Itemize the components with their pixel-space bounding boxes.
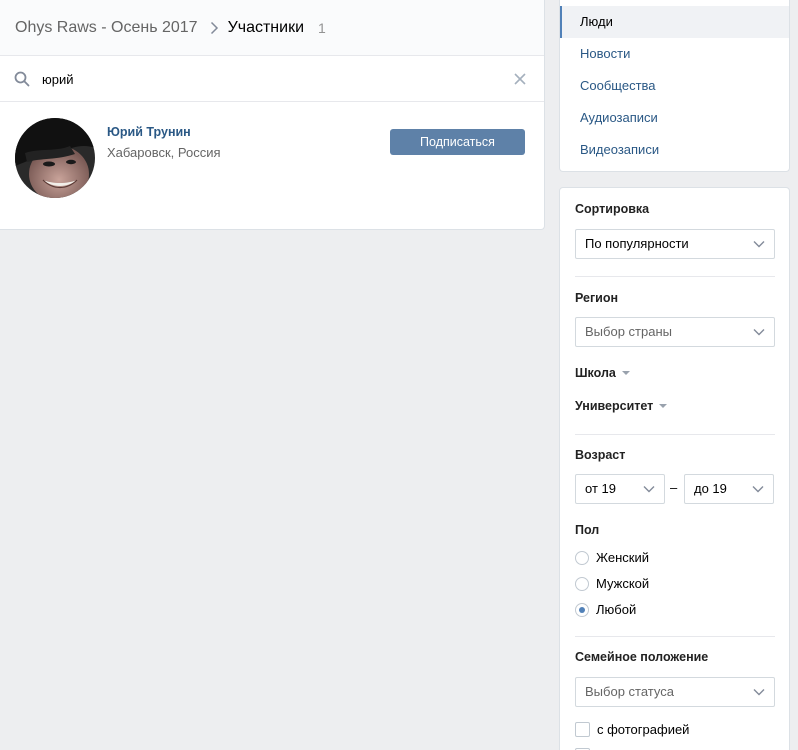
nav-item-audio[interactable]: Аудиозаписи: [560, 102, 789, 134]
gender-option-label: Любой: [596, 602, 637, 617]
with-photo-filter[interactable]: с фотографией: [575, 722, 689, 737]
sort-label: Сортировка: [575, 202, 650, 216]
close-icon[interactable]: [514, 73, 526, 85]
chevron-down-icon: [753, 241, 765, 248]
gender-option-label: Мужской: [596, 576, 650, 591]
breadcrumb: Ohys Raws - Осень 2017 Участники 1: [0, 0, 544, 56]
avatar[interactable]: [15, 118, 95, 198]
list-item: Юрий Трунин Хабаровск, Россия Подписатьс…: [0, 102, 544, 229]
age-from-value: от 19: [585, 481, 616, 496]
nav-item-news[interactable]: Новости: [560, 38, 789, 70]
school-label: Школа: [575, 366, 616, 380]
filters-panel: Сортировка По популярности Регион Выбор …: [559, 187, 790, 750]
gender-option-any[interactable]: Любой: [575, 602, 636, 617]
page-title: Участники: [227, 18, 305, 36]
gender-option-female[interactable]: Женский: [575, 550, 649, 565]
checkbox[interactable]: [575, 722, 590, 737]
search-icon: [14, 71, 30, 87]
search-bar: [0, 56, 544, 102]
radio-button[interactable]: [575, 602, 589, 617]
nav-item-video[interactable]: Видеозаписи: [560, 134, 789, 166]
chevron-down-icon: [753, 329, 765, 336]
age-label: Возраст: [575, 448, 626, 462]
sort-select[interactable]: По популярности: [575, 229, 775, 259]
marital-status-label: Семейное положение: [575, 650, 709, 664]
members-panel: Ohys Raws - Осень 2017 Участники 1 юрий …: [0, 0, 545, 230]
radio-button[interactable]: [575, 576, 589, 591]
chevron-down-icon: [753, 689, 765, 696]
divider: [575, 276, 775, 277]
member-count: 1: [318, 19, 326, 36]
nav-item-communities[interactable]: Сообщества: [560, 70, 789, 102]
country-select[interactable]: Выбор страны: [575, 317, 775, 347]
gender-label: Пол: [575, 523, 600, 537]
person-name-link[interactable]: Юрий Трунин: [107, 125, 191, 139]
with-photo-label: с фотографией: [597, 722, 690, 737]
gender-option-male[interactable]: Мужской: [575, 576, 649, 591]
caret-down-icon: [659, 403, 668, 408]
divider: [575, 636, 775, 637]
person-location: Хабаровск, Россия: [107, 145, 221, 160]
country-select-placeholder: Выбор страны: [585, 324, 672, 339]
divider: [575, 434, 775, 435]
search-input[interactable]: [42, 68, 482, 90]
sort-select-value: По популярности: [585, 236, 689, 251]
nav-item-people[interactable]: Люди: [560, 6, 789, 38]
chevron-down-icon: [752, 486, 764, 493]
caret-down-icon: [621, 370, 630, 375]
region-label: Регион: [575, 291, 619, 305]
breadcrumb-group-link[interactable]: Ohys Raws - Осень 2017: [15, 19, 198, 37]
marital-status-placeholder: Выбор статуса: [585, 684, 674, 699]
university-dropdown[interactable]: Университет: [575, 399, 668, 413]
chevron-right-icon: [210, 21, 218, 34]
university-label: Университет: [575, 399, 654, 413]
search-category-menu: Люди Новости Сообщества Аудиозаписи Виде…: [559, 0, 790, 172]
age-from-select[interactable]: от 19: [575, 474, 665, 504]
subscribe-button[interactable]: Подписаться: [390, 129, 525, 155]
radio-button[interactable]: [575, 550, 589, 565]
age-range-separator: –: [670, 480, 678, 495]
school-dropdown[interactable]: Школа: [575, 366, 630, 380]
age-to-value: до 19: [694, 481, 727, 496]
gender-option-label: Женский: [596, 550, 649, 565]
chevron-down-icon: [643, 486, 655, 493]
marital-status-select[interactable]: Выбор статуса: [575, 677, 775, 707]
age-to-select[interactable]: до 19: [684, 474, 774, 504]
